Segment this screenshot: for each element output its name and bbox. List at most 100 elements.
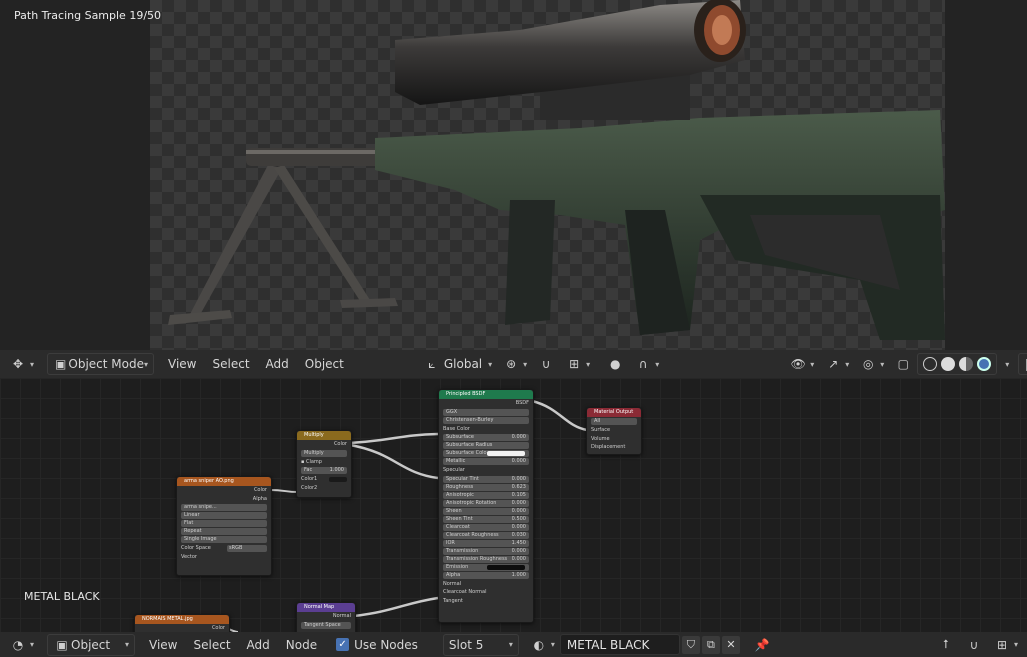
mode-dropdown[interactable]: ▣ Object Mode ▾ [47, 353, 155, 375]
field-anisotropic[interactable]: Anisotropic 0.105 [443, 491, 529, 499]
field-roughness[interactable]: Roughness 0.623 [443, 483, 529, 491]
duplicate-material-button[interactable]: ⧉ [701, 635, 720, 654]
color-output-socket[interactable]: Color [297, 440, 351, 449]
snap-target-dropdown[interactable]: ⊞ ▾ [560, 354, 595, 374]
editor-type-button[interactable]: ◔ ▾ [4, 635, 39, 655]
rendered-shading-button[interactable] [977, 357, 992, 371]
3d-viewport[interactable]: Path Tracing Sample 19/50 ✥ ▾ ▣ Object Mo… [0, 0, 1027, 378]
material-output-node[interactable]: Material Output All Surface Volume Displ… [586, 407, 642, 455]
overlays-dropdown[interactable]: ◎ ▾ [854, 354, 889, 374]
color1-input-socket[interactable]: Color1 [297, 475, 351, 484]
snap-element-dropdown[interactable]: ⊞ ▾ [988, 635, 1023, 655]
menu-view[interactable]: View [141, 638, 185, 652]
color-output-socket[interactable]: Color [135, 624, 229, 632]
field-subsurface[interactable]: Subsurface 0.000 [443, 434, 529, 442]
subsurface-method-dropdown[interactable]: Christensen-Burley [443, 416, 529, 424]
unlink-material-button[interactable]: ✕ [721, 635, 740, 654]
falloff-dropdown[interactable]: ∩ ▾ [629, 354, 664, 374]
pin-button[interactable]: 📌 [748, 635, 776, 655]
image-selector[interactable]: arma snipe... [181, 504, 267, 512]
snap-toggle[interactable]: ∪ [532, 354, 560, 374]
clamp-checkbox[interactable]: ▪ Clamp [297, 458, 351, 467]
field-specular[interactable]: Specular [439, 466, 533, 475]
visibility-dropdown[interactable]: 👁 ▾ [784, 354, 819, 374]
menu-select[interactable]: Select [205, 357, 258, 371]
gizmo-dropdown[interactable]: ↗ ▾ [819, 354, 854, 374]
principled-bsdf-node[interactable]: Principled BSDF BSDF GGX Christensen-Bur… [438, 389, 534, 623]
multiply-node[interactable]: Multiply Color Multiply ▪ Clamp Fac 1.000… [296, 430, 352, 498]
menu-node[interactable]: Node [278, 638, 325, 652]
field-alpha[interactable]: Alpha 1.000 [443, 571, 529, 579]
proportional-edit-toggle[interactable]: ● [601, 354, 629, 374]
wireframe-shading-button[interactable] [923, 357, 938, 371]
volume-input-socket[interactable]: Volume [587, 435, 641, 444]
distribution-dropdown[interactable]: GGX [443, 408, 529, 416]
source-dropdown[interactable]: Single Image [181, 536, 267, 544]
shader-node-editor[interactable]: Principled BSDF BSDF GGX Christensen-Bur… [0, 378, 1027, 632]
viewport-header: ✥ ▾ ▣ Object Mode ▾ View Select Add Objec… [0, 351, 1027, 377]
field-subsurface-radius[interactable]: Subsurface Radius [443, 442, 529, 450]
color-output-socket[interactable]: Color [177, 486, 271, 495]
field-anisotropic-rotation[interactable]: Anisotropic Rotation 0.000 [443, 499, 529, 507]
material-name-field[interactable]: METAL BLACK [559, 634, 680, 655]
field-clearcoat-roughness[interactable]: Clearcoat Roughness 0.030 [443, 531, 529, 539]
extension-dropdown[interactable]: Repeat [181, 528, 267, 536]
solid-shading-button[interactable] [941, 357, 956, 371]
fake-user-button[interactable]: ⛉ [681, 635, 700, 654]
surface-input-socket[interactable]: Surface [587, 426, 641, 435]
shader-type-dropdown[interactable]: ▣ Object ▾ [47, 633, 136, 656]
field-metallic[interactable]: Metallic 0.000 [443, 458, 529, 466]
base-color-input[interactable]: Base Color [439, 425, 533, 434]
menu-add[interactable]: Add [239, 638, 278, 652]
color-space-row[interactable]: Color Space sRGB [177, 544, 271, 553]
field-transmission[interactable]: Transmission 0.000 [443, 547, 529, 555]
orientation-dropdown[interactable]: ⟀ Global ▾ [418, 354, 497, 374]
field-sheen[interactable]: Sheen 0.000 [443, 507, 529, 515]
fac-field[interactable]: Fac 1.000 [301, 467, 347, 475]
shield-icon: ⛉ [686, 637, 696, 651]
material-name-overlay: METAL BLACK [24, 590, 100, 603]
snap-toggle[interactable]: ∪ [960, 635, 988, 655]
field-ior[interactable]: IOR 1.450 [443, 539, 529, 547]
field-normal[interactable]: Normal [439, 580, 533, 589]
use-nodes-toggle[interactable]: ✓ Use Nodes [331, 635, 423, 655]
pivot-icon: ⊛ [506, 357, 517, 371]
field-specular-tint[interactable]: Specular Tint 0.000 [443, 475, 529, 483]
bsdf-output-socket[interactable]: BSDF [439, 399, 533, 408]
menu-view[interactable]: View [160, 357, 204, 371]
parent-node-tree-button[interactable]: ⭡ [932, 635, 960, 655]
normal-image-texture-node[interactable]: NORMAIS METAL.jpg Color [134, 614, 230, 632]
editor-type-button[interactable]: ✥ ▾ [4, 354, 39, 374]
pivot-point-button[interactable]: ⊛ ▾ [497, 354, 532, 374]
normal-output-socket[interactable]: Normal [297, 612, 355, 621]
displacement-input-socket[interactable]: Displacement [587, 443, 641, 452]
image-texture-node[interactable]: arma sniper AO.png Color Alpha arma snip… [176, 476, 272, 576]
shading-options-dropdown[interactable]: ▾ [997, 354, 1014, 374]
field-subsurface-color[interactable]: Subsurface Colo [443, 450, 529, 458]
field-emission[interactable]: Emission [443, 563, 529, 571]
field-tangent[interactable]: Tangent [439, 597, 533, 606]
alpha-output-socket[interactable]: Alpha [177, 495, 271, 504]
color2-input-socket[interactable]: Color2 [297, 484, 351, 493]
slot-dropdown[interactable]: Slot 5 ▾ [442, 633, 519, 656]
field-transmission-roughness[interactable]: Transmission Roughness 0.000 [443, 555, 529, 563]
vector-input-socket[interactable]: Vector [177, 553, 271, 562]
field-clearcoat-normal[interactable]: Clearcoat Normal [439, 588, 533, 597]
space-dropdown[interactable]: Tangent Space [301, 621, 351, 629]
normal-map-node[interactable]: Normal Map Normal Tangent Space [296, 602, 356, 632]
xray-toggle[interactable]: ▢ [889, 354, 917, 374]
pause-render-button[interactable]: ❚❚ [1018, 353, 1027, 375]
shader-type-label: Object [71, 637, 111, 652]
object-mode-icon: ▣ [55, 357, 67, 371]
interpolation-dropdown[interactable]: Linear [181, 512, 267, 520]
blend-type-dropdown[interactable]: Multiply [301, 449, 347, 457]
output-target-dropdown[interactable]: All [591, 418, 637, 425]
menu-select[interactable]: Select [186, 638, 239, 652]
projection-dropdown[interactable]: Flat [181, 520, 267, 528]
field-sheen-tint[interactable]: Sheen Tint 0.500 [443, 515, 529, 523]
material-browse-button[interactable]: ◐ ▾ [525, 635, 560, 655]
field-clearcoat[interactable]: Clearcoat 0.000 [443, 523, 529, 531]
material-preview-button[interactable] [959, 357, 974, 371]
menu-add[interactable]: Add [258, 357, 297, 371]
menu-object[interactable]: Object [297, 357, 352, 371]
